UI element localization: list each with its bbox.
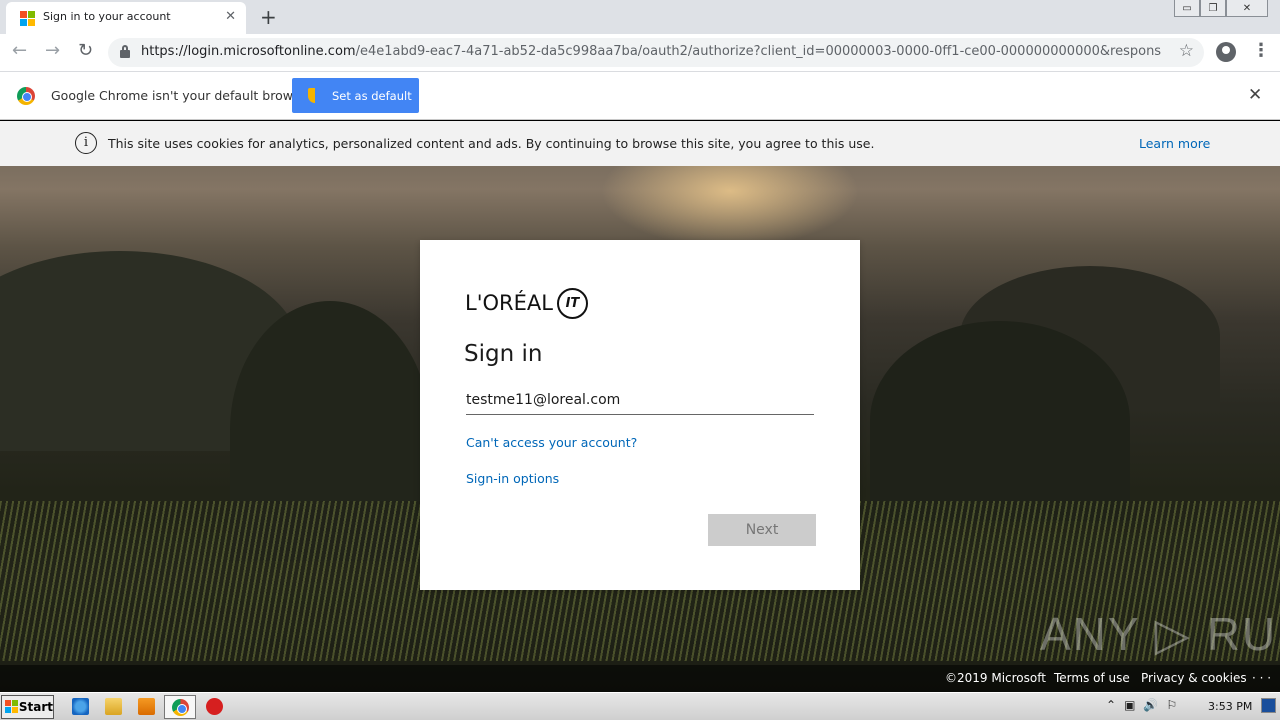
windows-flag-icon [5,700,18,714]
start-button[interactable]: Start [1,695,54,719]
minimize-button[interactable]: ▭ [1174,0,1200,17]
microsoft-icon [20,11,35,26]
reload-icon[interactable]: ↻ [78,40,93,61]
browser-toolbar: ← → ↻ https://login.microsoftonline.com/… [0,34,1280,72]
email-field[interactable] [466,386,814,415]
tab-title: Sign in to your account [43,10,171,23]
default-browser-infobar: Google Chrome isn't your default browser… [0,72,1280,120]
close-window-button[interactable]: ✕ [1226,0,1268,17]
back-icon[interactable]: ← [12,40,27,61]
anyrun-watermark: ANY ▷ RUN [1040,608,1280,660]
set-as-default-label: Set as default [332,88,412,103]
privacy-cookies-link[interactable]: Privacy & cookies [1141,671,1247,685]
url-text[interactable]: https://login.microsoftonline.com/e4e1ab… [141,44,1161,59]
restore-button[interactable]: ❐ [1200,0,1226,17]
volume-icon[interactable]: 🔊 [1143,698,1158,712]
logo-text: L'ORÉAL [465,291,553,315]
internet-explorer-icon[interactable] [72,698,89,715]
tab-close-icon[interactable]: ✕ [225,9,236,24]
bookmark-star-icon[interactable]: ☆ [1179,41,1194,61]
url-path: /e4e1abd9-eac7-4a71-ab52-da5c998aa7ba/oa… [355,44,1161,59]
start-label: Start [18,700,53,714]
terms-of-use-link[interactable]: Terms of use [1054,671,1130,685]
system-tray: ⌃ ▣ 🔊 ⚐ [1106,698,1177,712]
copyright-text: ©2019 Microsoft [945,671,1046,685]
more-options-icon[interactable]: · · · [1252,671,1271,685]
infobar-message: Google Chrome isn't your default browser [51,88,313,103]
cant-access-account-link[interactable]: Can't access your account? [466,435,637,450]
network-icon[interactable]: ▣ [1124,698,1135,712]
show-desktop-icon[interactable] [1261,698,1276,713]
set-as-default-button[interactable]: Set as default [292,78,419,113]
infobar-close-icon[interactable]: ✕ [1248,85,1262,105]
background-hill [870,321,1130,521]
chrome-taskbar-button[interactable] [164,695,196,719]
shield-icon [308,88,322,103]
sign-in-options-link[interactable]: Sign-in options [466,471,559,486]
cookie-banner: i This site uses cookies for analytics, … [0,121,1280,166]
info-icon: i [75,132,97,154]
lock-icon[interactable] [120,45,130,58]
chrome-icon [172,699,189,716]
new-tab-button[interactable]: + [260,5,277,29]
chrome-logo-icon [17,87,35,105]
page-title: Sign in [464,341,543,367]
show-hidden-icons-icon[interactable]: ⌃ [1106,698,1116,712]
file-explorer-icon[interactable] [105,698,122,715]
next-button[interactable]: Next [708,514,816,546]
logo-badge: IT [556,287,588,319]
tab-sign-in[interactable]: Sign in to your account ✕ [6,2,246,34]
clock[interactable]: 3:53 PM [1208,700,1252,713]
profile-avatar-icon[interactable] [1216,42,1236,62]
cookie-message: This site uses cookies for analytics, pe… [108,136,875,151]
page-footer: ©2019 Microsoft Terms of use Privacy & c… [0,665,1280,692]
stop-icon[interactable] [206,698,223,715]
taskbar: Start ⌃ ▣ 🔊 ⚐ 3:53 PM [0,692,1280,720]
action-center-flag-icon[interactable]: ⚐ [1166,698,1177,712]
learn-more-link[interactable]: Learn more [1139,136,1210,151]
sign-in-card: L'ORÉAL IT Sign in Can't access your acc… [420,240,860,590]
page-content: i This site uses cookies for analytics, … [0,121,1280,692]
url-host: https://login.microsoftonline.com [141,44,356,59]
loreal-it-logo: L'ORÉAL IT [465,287,588,319]
tab-bar: Sign in to your account ✕ + ▭ ❐ ✕ [0,0,1280,34]
forward-icon[interactable]: → [45,40,60,61]
address-bar[interactable]: https://login.microsoftonline.com/e4e1ab… [108,38,1204,67]
menu-kebab-icon[interactable]: ⋮ [1252,40,1270,61]
media-player-icon[interactable] [138,698,155,715]
window-controls: ▭ ❐ ✕ [1174,0,1268,18]
